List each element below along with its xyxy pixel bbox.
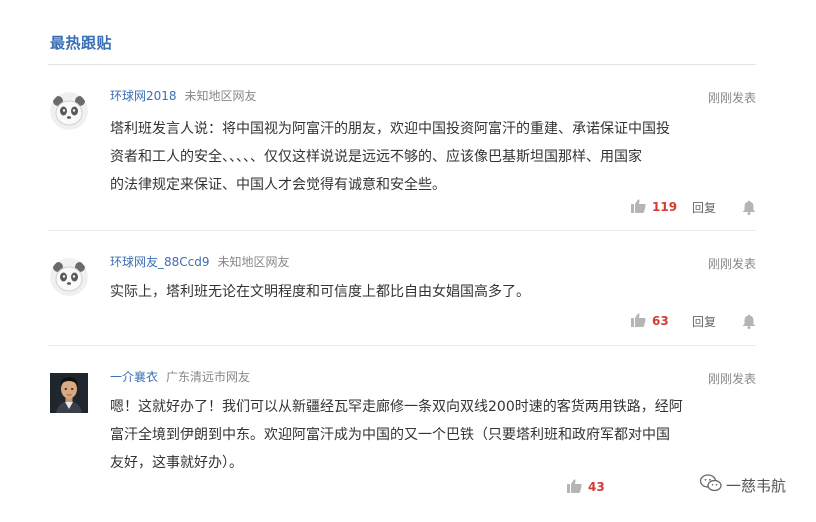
like-count: 119 [652,200,678,214]
user-location: 广东清远市网友 [166,370,251,384]
comment-actions: 43 [567,478,616,496]
comment-line: 富汗全境到伊朗到中东。欢迎阿富汗成为中国的又一个巴铁（只要塔利班和政府军都对中国 [110,427,670,443]
reply-button[interactable]: 回复 [692,199,728,216]
username-link[interactable]: 环球网2018 [110,89,177,103]
comment-item: 环球网2018 未知地区网友 刚刚发表 塔利班发言人说：将中国视为阿富汗的朋友，欢… [48,65,756,231]
comment-meta: 一介襄衣 广东清远市网友 [110,370,250,384]
comment-line: 嗯！这就好办了！我们可以从新疆经瓦罕走廊修一条双向双线200时速的客货两用铁路，… [110,399,683,415]
like-count: 43 [588,480,605,494]
watermark: 一慈韦航 [699,474,786,496]
bell-icon[interactable] [742,200,756,215]
username-link[interactable]: 环球网友_88Ccd9 [110,255,210,269]
like-button[interactable]: 63 [631,312,680,330]
section-title: 最热跟贴 [50,34,113,52]
watermark-text: 一慈韦航 [725,476,786,495]
timestamp: 刚刚发表 [707,91,756,105]
comment-item: 一介襄衣 广东清远市网友 刚刚发表 嗯！这就好办了！我们可以从新疆经瓦罕走廊修一条… [48,346,756,516]
comment-line: 实际上，塔利班无论在文明程度和可信度上都比自由女娼国高多了。 [110,284,530,300]
panda-avatar-icon[interactable] [50,92,88,130]
wechat-icon [699,474,722,496]
comment-actions: 119 回复 [631,198,756,216]
username-link[interactable]: 一介襄衣 [110,370,158,384]
reply-button[interactable]: 回复 [692,313,728,330]
comment-actions: 63 回复 [631,312,756,330]
comment-meta: 环球网2018 未知地区网友 [110,89,257,103]
timestamp: 刚刚发表 [707,257,756,271]
comment-body: 实际上，塔利班无论在文明程度和可信度上都比自由女娼国高多了。 [110,278,750,306]
like-button[interactable]: 119 [631,198,680,216]
panda-avatar-icon[interactable] [50,258,88,296]
user-location: 未知地区网友 [184,89,257,103]
comment-line: 的法律规定来保证、中国人才会觉得有诚意和安全些。 [110,177,446,193]
comment-body: 塔利班发言人说：将中国视为阿富汗的朋友，欢迎中国投资阿富汗的重建、承诺保证中国投… [110,115,750,199]
thumbs-up-icon [567,478,582,496]
thumbs-up-icon [631,312,646,330]
comment-line: 资者和工人的安全、、、、、仅仅这样说说是远远不够的、应该像巴基斯坦国那样、用国家 [110,149,642,165]
user-location: 未知地区网友 [217,255,290,269]
comment-meta: 环球网友_88Ccd9 未知地区网友 [110,255,290,269]
bell-icon[interactable] [742,314,756,329]
comment-line: 塔利班发言人说：将中国视为阿富汗的朋友，欢迎中国投资阿富汗的重建、承诺保证中国投 [110,121,670,137]
like-count: 63 [652,314,669,328]
like-button[interactable]: 43 [567,478,616,496]
timestamp: 刚刚发表 [707,372,756,386]
comment-body: 嗯！这就好办了！我们可以从新疆经瓦罕走廊修一条双向双线200时速的客货两用铁路，… [110,393,750,477]
thumbs-up-icon [631,198,646,216]
portrait-avatar-icon[interactable] [50,373,88,413]
comment-item: 环球网友_88Ccd9 未知地区网友 刚刚发表 实际上，塔利班无论在文明程度和可信… [48,231,756,346]
comment-line: 友好，这事就好办）。 [110,455,243,471]
